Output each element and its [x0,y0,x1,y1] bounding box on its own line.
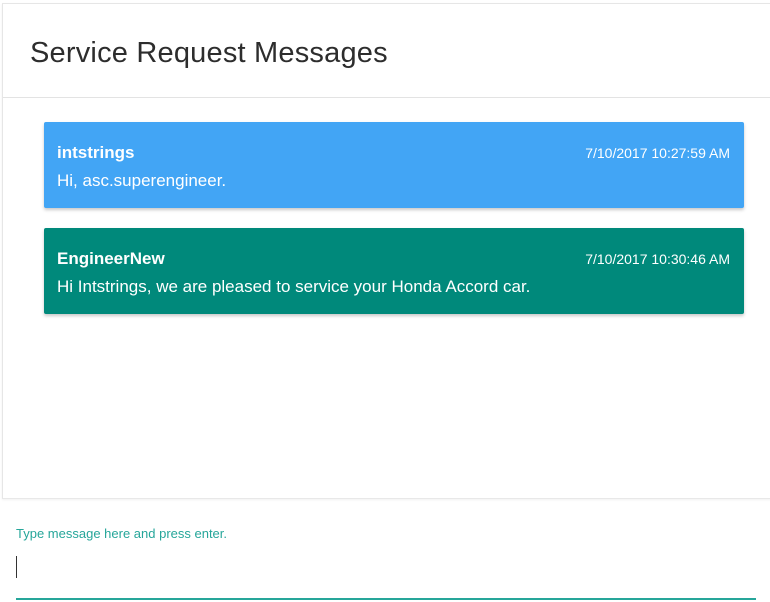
page-title: Service Request Messages [30,37,388,69]
message-timestamp: 7/10/2017 10:27:59 AM [585,145,730,161]
input-underline [16,598,756,600]
page: Service Request Messages intstrings 7/10… [0,0,770,602]
messages-card: Service Request Messages intstrings 7/10… [2,3,770,499]
message-sender: EngineerNew [57,249,165,268]
message-input-area: Type message here and press enter. [16,518,756,602]
message-item: intstrings 7/10/2017 10:27:59 AM Hi, asc… [44,122,744,208]
card-header: Service Request Messages [3,4,770,98]
message-timestamp: 7/10/2017 10:30:46 AM [585,251,730,267]
message-list: intstrings 7/10/2017 10:27:59 AM Hi, asc… [44,122,744,334]
message-item: EngineerNew 7/10/2017 10:30:46 AM Hi Int… [44,228,744,314]
message-sender: intstrings [57,143,135,162]
message-text: Hi Intstrings, we are pleased to service… [57,277,531,296]
message-input[interactable] [16,548,754,596]
text-cursor [16,556,17,578]
message-text: Hi, asc.superengineer. [57,171,227,190]
message-input-label: Type message here and press enter. [16,526,228,541]
